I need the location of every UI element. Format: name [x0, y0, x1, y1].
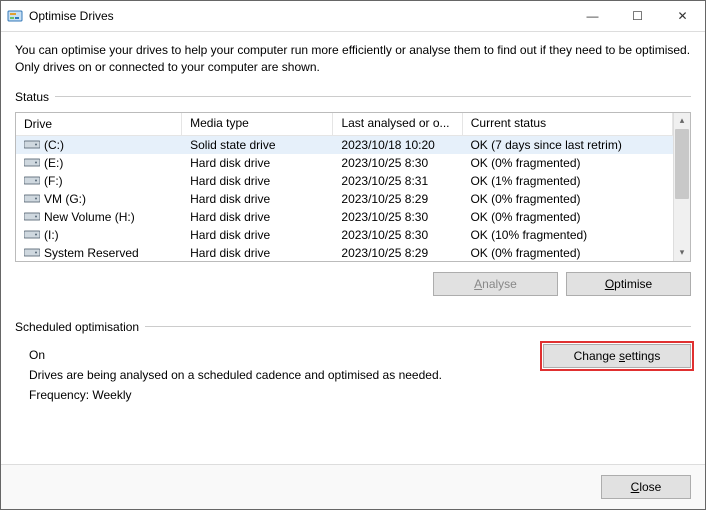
drive-status: OK (1% fragmented) [462, 174, 673, 188]
table-row[interactable]: (I:) Hard disk drive2023/10/25 8:30OK (10… [16, 226, 673, 244]
drive-last: 2023/10/25 8:29 [333, 192, 462, 206]
drive-status: OK (0% fragmented) [462, 210, 673, 224]
drive-icon [24, 157, 40, 168]
content-area: You can optimise your drives to help you… [1, 32, 705, 464]
maximize-button[interactable]: ☐ [615, 1, 660, 31]
drive-name: (I:) [44, 228, 59, 242]
drive-icon [24, 211, 40, 222]
drive-icon [24, 175, 40, 186]
analyse-button[interactable]: Analyse [433, 272, 558, 296]
drive-media: Hard disk drive [182, 192, 333, 206]
drive-media: Hard disk drive [182, 246, 333, 260]
drive-media: Solid state drive [182, 138, 333, 152]
drive-name: (C:) [44, 138, 64, 152]
drive-icon [24, 139, 40, 150]
drive-media: Hard disk drive [182, 228, 333, 242]
drives-table: Drive Media type Last analysed or o... C… [15, 112, 691, 262]
drive-media: Hard disk drive [182, 210, 333, 224]
col-last[interactable]: Last analysed or o... [333, 113, 462, 135]
optimise-drives-window: Optimise Drives — ☐ ✕ You can optimise y… [0, 0, 706, 510]
minimize-button[interactable]: — [570, 1, 615, 31]
change-settings-button[interactable]: Change settings [543, 344, 691, 368]
drive-last: 2023/10/25 8:30 [333, 210, 462, 224]
drive-media: Hard disk drive [182, 174, 333, 188]
table-row[interactable]: (C:) Solid state drive2023/10/18 10:20OK … [16, 136, 673, 154]
status-label: Status [15, 90, 49, 104]
drive-last: 2023/10/18 10:20 [333, 138, 462, 152]
app-icon [7, 8, 23, 24]
drive-status: OK (0% fragmented) [462, 156, 673, 170]
table-row[interactable]: (F:) Hard disk drive2023/10/25 8:31OK (1%… [16, 172, 673, 190]
table-row[interactable]: New Volume (H:) Hard disk drive2023/10/25… [16, 208, 673, 226]
divider [145, 326, 691, 327]
table-row[interactable]: System Reserved Hard disk drive2023/10/25… [16, 244, 673, 261]
table-header-row: Drive Media type Last analysed or o... C… [16, 113, 673, 136]
drive-icon [24, 229, 40, 240]
action-button-row: Analyse Optimise [15, 272, 691, 296]
scheduled-body: On Drives are being analysed on a schedu… [15, 342, 691, 402]
col-drive[interactable]: Drive [16, 113, 182, 135]
drive-name: (F:) [44, 174, 63, 188]
drive-name: System Reserved [44, 246, 139, 260]
scroll-up-icon[interactable]: ▴ [674, 113, 690, 129]
scrollbar[interactable]: ▴ ▾ [673, 113, 690, 261]
drive-icon [24, 247, 40, 258]
table-row[interactable]: VM (G:) Hard disk drive2023/10/25 8:29OK … [16, 190, 673, 208]
scheduled-label: Scheduled optimisation [15, 320, 139, 334]
footer: Close [1, 464, 705, 509]
drive-name: (E:) [44, 156, 63, 170]
scroll-down-icon[interactable]: ▾ [674, 245, 690, 261]
drive-status: OK (0% fragmented) [462, 192, 673, 206]
close-button[interactable]: Close [601, 475, 691, 499]
drive-status: OK (0% fragmented) [462, 246, 673, 260]
drive-name: VM (G:) [44, 192, 86, 206]
drive-name: New Volume (H:) [44, 210, 135, 224]
drive-status: OK (7 days since last retrim) [462, 138, 673, 152]
scheduled-desc: Drives are being analysed on a scheduled… [29, 368, 691, 382]
table-body: (C:)Solid state drive2023/10/18 10:20OK … [16, 136, 673, 261]
status-section-header: Status [15, 90, 691, 104]
close-window-button[interactable]: ✕ [660, 1, 705, 31]
drive-last: 2023/10/25 8:30 [333, 228, 462, 242]
col-media[interactable]: Media type [182, 113, 333, 135]
drive-last: 2023/10/25 8:29 [333, 246, 462, 260]
divider [55, 96, 691, 97]
drive-last: 2023/10/25 8:31 [333, 174, 462, 188]
intro-text: You can optimise your drives to help you… [15, 42, 691, 76]
drive-last: 2023/10/25 8:30 [333, 156, 462, 170]
col-status[interactable]: Current status [463, 113, 673, 135]
optimise-button[interactable]: Optimise [566, 272, 691, 296]
scroll-thumb[interactable] [675, 129, 689, 199]
titlebar: Optimise Drives — ☐ ✕ [1, 1, 705, 32]
scheduled-frequency: Frequency: Weekly [29, 388, 691, 402]
window-title: Optimise Drives [29, 9, 570, 23]
drive-media: Hard disk drive [182, 156, 333, 170]
table-row[interactable]: (E:) Hard disk drive2023/10/25 8:30OK (0%… [16, 154, 673, 172]
scheduled-section: Scheduled optimisation On Drives are bei… [15, 320, 691, 402]
scheduled-section-header: Scheduled optimisation [15, 320, 691, 334]
drive-icon [24, 193, 40, 204]
drive-status: OK (10% fragmented) [462, 228, 673, 242]
